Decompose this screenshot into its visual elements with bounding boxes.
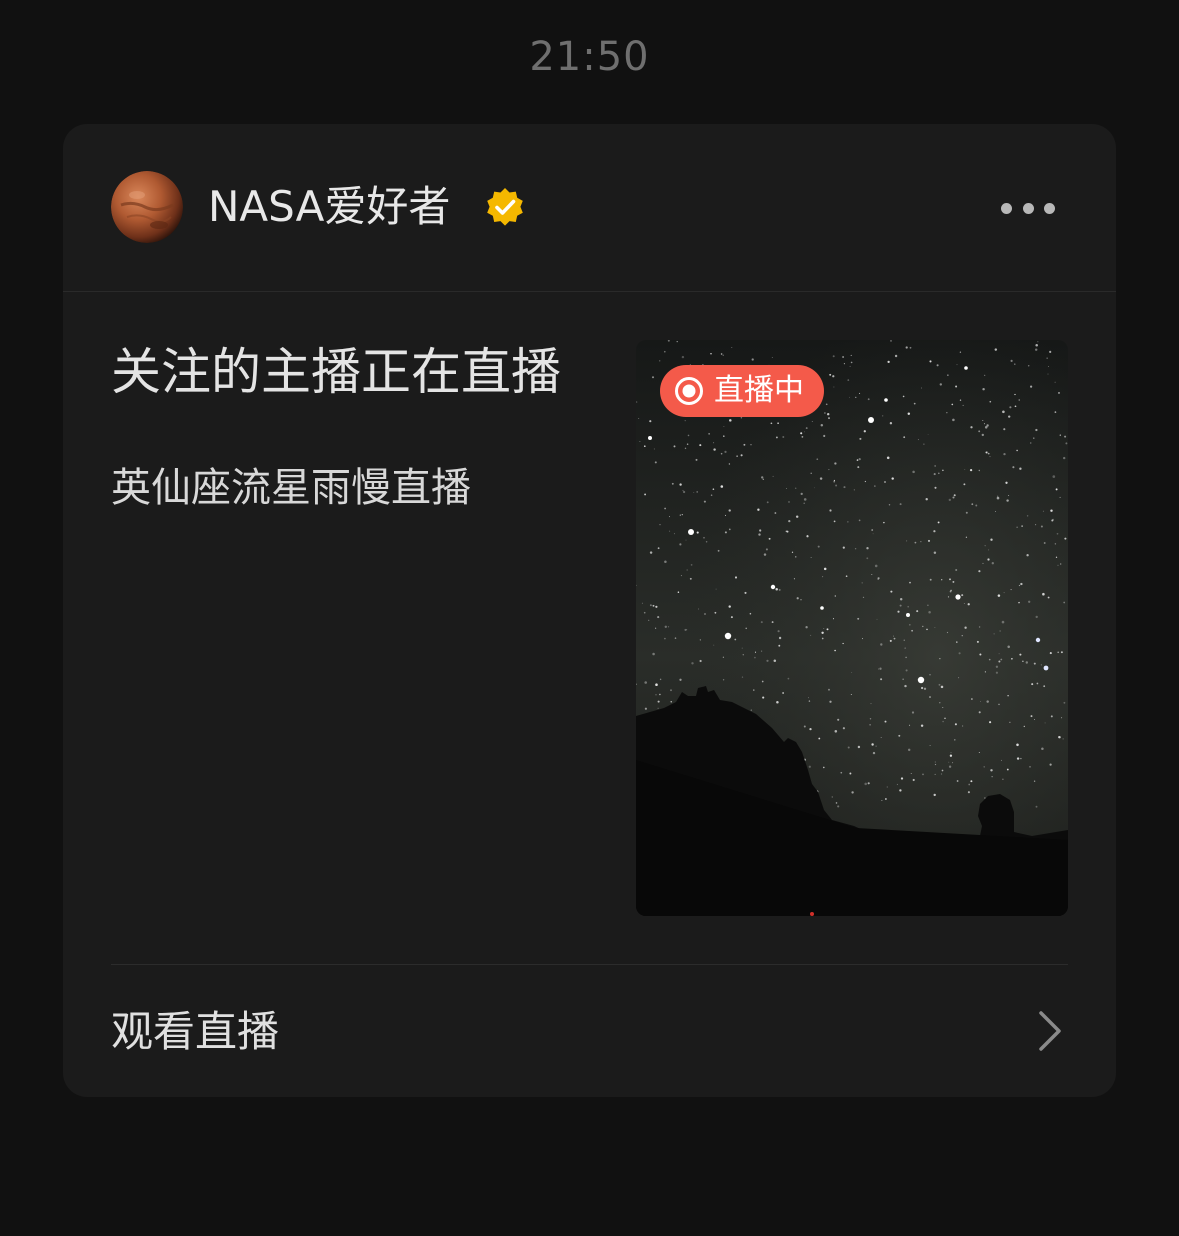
more-dot <box>1001 202 1012 214</box>
live-record-icon <box>675 377 703 405</box>
card-header: NASA爱好者 <box>63 124 1116 292</box>
watch-live-label: 观看直播 <box>111 1007 280 1056</box>
live-status-badge: 直播中 <box>660 365 824 417</box>
account-name[interactable]: NASA爱好者 <box>208 182 450 232</box>
watch-live-button[interactable]: 观看直播 <box>63 965 1116 1097</box>
more-dot <box>1022 202 1034 214</box>
live-notification-card[interactable]: NASA爱好者 关注的主播正在直播 英仙座流星雨慢直播 直播中 观看直播 <box>63 124 1116 1097</box>
night-sky-image <box>636 340 1068 916</box>
chevron-right-icon <box>1039 1011 1061 1051</box>
more-dots-icon[interactable] <box>993 190 1063 226</box>
live-stream-thumbnail[interactable]: 直播中 <box>636 340 1068 916</box>
mars-avatar-icon[interactable] <box>111 171 183 243</box>
notification-title: 关注的主播正在直播 <box>111 343 561 401</box>
stream-title: 英仙座流星雨慢直播 <box>111 465 471 511</box>
verified-badge-icon <box>484 186 526 228</box>
message-timestamp: 21:50 <box>529 34 650 80</box>
more-dot <box>1044 202 1055 214</box>
live-badge-label: 直播中 <box>714 373 804 408</box>
